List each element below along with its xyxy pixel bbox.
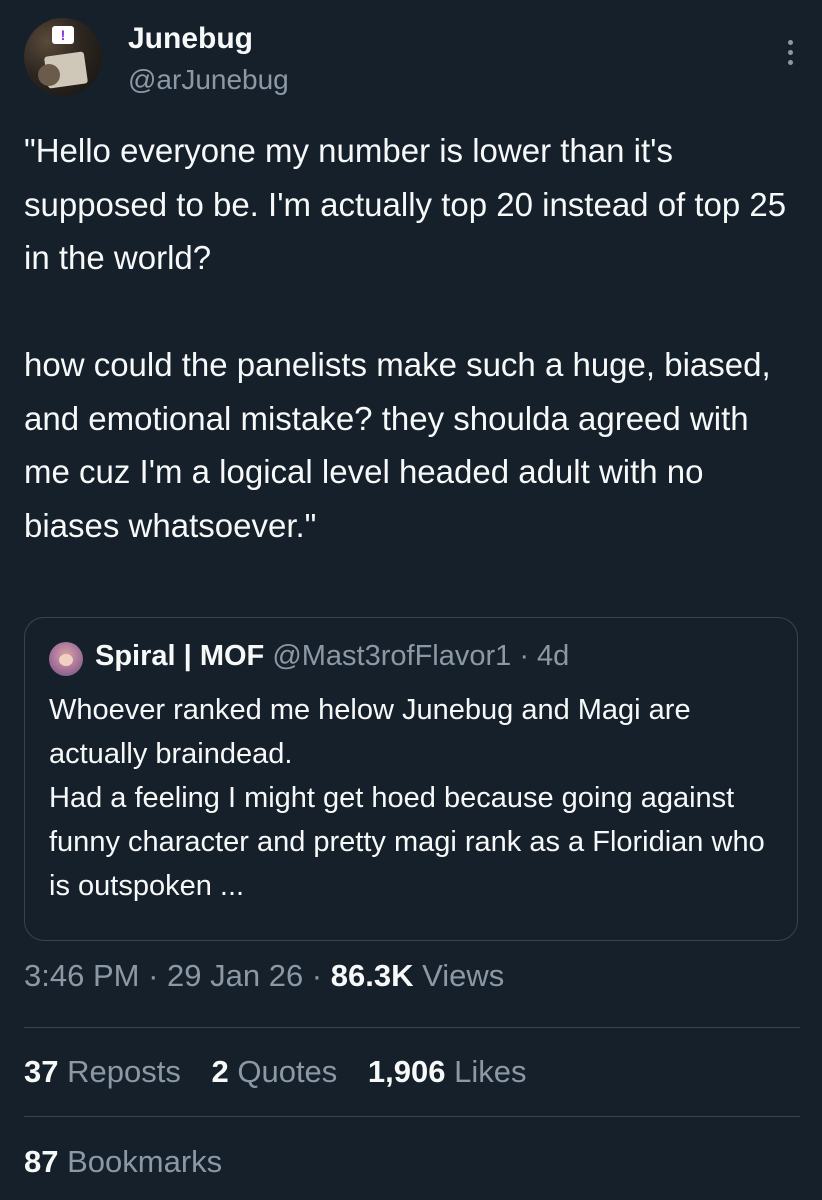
- author-handle[interactable]: @arJunebug: [128, 64, 289, 96]
- bookmarks-count: 87: [24, 1144, 59, 1179]
- more-options-icon[interactable]: [780, 40, 800, 70]
- bookmarks-label: Bookmarks: [67, 1144, 223, 1179]
- quoted-time: 4d: [537, 640, 570, 672]
- quoted-tweet-header: Spiral | MOF @Mast3rofFlavor1 · 4d: [95, 640, 569, 673]
- avatar-head-shape: [38, 64, 60, 86]
- quotes-label: Quotes: [237, 1054, 338, 1089]
- divider-top: [24, 1027, 800, 1028]
- quoted-meta-separator: ·: [511, 640, 538, 672]
- tweet-detail: ! Junebug @arJunebug "Hello everyone my …: [0, 0, 822, 1200]
- author-name[interactable]: Junebug: [128, 22, 253, 56]
- meta-separator-2: ·: [303, 958, 331, 993]
- divider-bottom: [24, 1116, 800, 1117]
- quoted-tweet[interactable]: Spiral | MOF @Mast3rofFlavor1 · 4d Whoev…: [24, 617, 798, 941]
- meta-separator-1: ·: [139, 958, 168, 993]
- quoted-tweet-text: Whoever ranked me helow Junebug and Magi…: [49, 694, 765, 902]
- reposts-label: Reposts: [67, 1054, 181, 1089]
- likes-stat[interactable]: 1,906 Likes: [368, 1054, 527, 1089]
- tweet-time[interactable]: 3:46 PM: [24, 958, 139, 993]
- quotes-stat[interactable]: 2 Quotes: [211, 1054, 337, 1089]
- quoted-author-avatar: [49, 642, 83, 676]
- avatar-badge-icon: !: [52, 26, 74, 44]
- reposts-stat[interactable]: 37 Reposts: [24, 1054, 181, 1089]
- quoted-author-handle: @Mast3rofFlavor1: [272, 640, 512, 672]
- reposts-count: 37: [24, 1054, 59, 1089]
- bookmarks-stat[interactable]: 87 Bookmarks: [24, 1144, 222, 1180]
- quotes-count: 2: [211, 1054, 229, 1089]
- tweet-text: "Hello everyone my number is lower than …: [24, 132, 787, 544]
- engagement-stats: 37 Reposts 2 Quotes 1,906 Likes: [24, 1054, 549, 1090]
- author-avatar[interactable]: !: [24, 18, 102, 96]
- tweet-meta: 3:46 PM · 29 Jan 26 · 86.3K Views: [24, 958, 504, 994]
- views-label: Views: [422, 958, 505, 993]
- views-count: 86.3K: [330, 958, 414, 993]
- quoted-author-name: Spiral | MOF: [95, 640, 265, 672]
- tweet-date[interactable]: 29 Jan 26: [167, 958, 303, 993]
- likes-count: 1,906: [367, 1054, 446, 1089]
- tweet-header: ! Junebug @arJunebug: [24, 18, 800, 102]
- likes-label: Likes: [454, 1054, 527, 1089]
